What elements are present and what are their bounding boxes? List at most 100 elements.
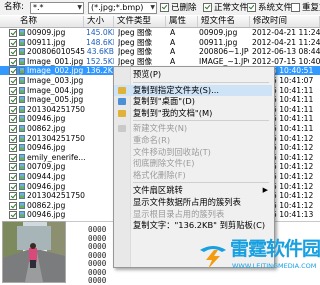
table-row[interactable]: 00909.jpg 145.0KB Jpeg 图像 A 00909.jpg 2012-04… [0, 28, 320, 37]
row-checkbox[interactable] [9, 105, 17, 114]
checkbox[interactable] [247, 3, 256, 12]
chevron-down-icon[interactable]: ▼ [150, 3, 155, 13]
table-row[interactable]: 00911.jpg 148.6KB Jpeg 图像 A 00911.jpg 2012-04… [0, 38, 320, 47]
column-header[interactable]: 大小 [84, 16, 114, 27]
menu-item-label: 复制到"我的文档"(M) [133, 107, 213, 118]
file-size: 152.5KB [86, 56, 114, 66]
image-file-icon [19, 134, 25, 142]
image-file-icon [19, 211, 25, 219]
file-name: 20080601054517... [27, 47, 85, 57]
column-header[interactable]: 属性 [166, 16, 198, 27]
image-file-icon [19, 105, 25, 113]
file-attributes: A [170, 47, 176, 57]
file-name: 00944.jpg [27, 172, 66, 181]
checkbox[interactable] [160, 3, 169, 12]
name-pattern-value: *.* [33, 3, 44, 12]
image-file-icon [19, 57, 25, 65]
file-name: emily_enerife... [27, 152, 85, 162]
thunder-logo-icon [200, 246, 226, 269]
filter-checkbox[interactable]: 重复文 [291, 3, 320, 13]
menu-item[interactable]: 复制到"桌面"(D) [114, 96, 272, 107]
table-row[interactable]: Image_001.jpg152.5KB Jpeg 图像 A IMAGE_~1.JPG… [0, 57, 320, 66]
row-checkbox[interactable] [9, 153, 17, 162]
filter-checkbox[interactable]: 正常文件 [203, 3, 248, 13]
column-header[interactable]: 文件类型 [114, 16, 166, 27]
documents-icon [118, 109, 126, 117]
row-checkbox[interactable] [9, 57, 17, 66]
row-checkbox[interactable] [9, 182, 17, 191]
row-checkbox[interactable] [9, 134, 17, 143]
menu-item[interactable]: 预览(P) [114, 69, 272, 80]
menu-separator [133, 120, 269, 122]
file-size: 148.6KB [86, 37, 114, 47]
checkbox[interactable] [203, 3, 212, 12]
row-checkbox[interactable] [9, 201, 17, 210]
file-type: Jpeg 图像 [118, 37, 153, 47]
extension-filter-value: (*.jpg;*.bmp) [91, 3, 144, 12]
file-size: 145.0KB [86, 28, 114, 37]
modified-time: 2012-07-15 10:40:36 [252, 56, 320, 66]
image-file-icon [19, 182, 25, 190]
modified-time: 2012-04-21 11:24:58 [252, 37, 320, 47]
modified-time: 2012-06-13 08:44:38 [252, 47, 320, 57]
row-checkbox[interactable] [9, 144, 17, 153]
row-checkbox[interactable] [9, 125, 17, 133]
image-file-icon [19, 201, 25, 209]
image-file-icon [19, 77, 25, 84]
row-checkbox[interactable] [9, 29, 17, 37]
menu-item-label: 复制到"桌面"(D) [133, 96, 195, 107]
image-file-icon [19, 125, 25, 132]
watermark-url: WWW.LEITINGMEDIA.COM [232, 262, 317, 270]
table-row[interactable]: 20080601054517...43.6KB Jpeg 图像 A 200806~1.… [0, 47, 320, 57]
filter-checkbox-label: 系统文件 [258, 3, 293, 13]
column-header[interactable]: 修改时间 [250, 16, 320, 27]
file-type: Jpeg 图像 [118, 56, 153, 66]
file-type: Jpeg 图像 [118, 28, 153, 37]
menu-item-label: 文件扇区跳转 [133, 185, 183, 196]
menu-item[interactable]: 复制到指定文件夹(S)... [114, 84, 272, 96]
modified-time: 2012-04-21 11:24:58 [252, 28, 320, 37]
row-checkbox[interactable] [9, 96, 17, 105]
menu-item: 重命名(R) [114, 135, 272, 146]
row-checkbox[interactable] [9, 38, 17, 47]
short-file-name: 00909.jpg [199, 28, 238, 37]
row-checkbox[interactable] [9, 48, 17, 57]
file-list-header: 名称 大小 文件类型 属性 短文件名 修改时间 [0, 16, 320, 28]
file-name: 00709.jpg [27, 162, 66, 172]
row-checkbox[interactable] [9, 77, 17, 85]
menu-item[interactable]: 显示文件数据所占用的簇列表 [114, 197, 272, 208]
file-name: 20130425175033... [27, 133, 85, 143]
filter-checkbox[interactable]: 系统文件 [247, 3, 292, 13]
menu-item[interactable]: 复制到"我的文档"(M) [114, 108, 272, 119]
checkbox[interactable] [291, 3, 300, 12]
row-checkbox[interactable] [9, 211, 17, 220]
filter-checkbox[interactable]: 已删除 [160, 3, 197, 13]
row-checkbox[interactable] [9, 163, 17, 172]
menu-item-label: 文件移动到回收站(T) [133, 146, 211, 157]
file-name: Image_002.jpg [27, 66, 84, 76]
name-pattern-combo[interactable]: *.* ▼ [30, 2, 84, 14]
row-checkbox[interactable] [9, 67, 17, 76]
file-name: 00862.jpg [27, 124, 66, 133]
menu-separator [133, 182, 269, 184]
menu-item-label: 显示根目录占用的簇列表 [133, 208, 225, 219]
menu-item[interactable]: 复制文字："136.2KB" 到剪贴板(C) [114, 220, 272, 231]
menu-item: 新建文件夹(N) [114, 123, 272, 134]
menu-item-label: 显示文件数据所占用的簇列表 [133, 197, 241, 207]
row-checkbox[interactable] [9, 192, 17, 201]
extension-filter-combo[interactable]: (*.jpg;*.bmp) ▼ [88, 2, 157, 14]
image-file-icon [19, 192, 25, 200]
column-header[interactable]: 名称 [0, 16, 84, 27]
filter-checkbox-label: 已删除 [171, 3, 197, 13]
file-name: 00946.jpg [27, 114, 66, 124]
image-file-icon [19, 86, 25, 94]
menu-item[interactable]: 文件扇区跳转 ▶ [114, 185, 272, 196]
chevron-down-icon[interactable]: ▼ [77, 3, 82, 13]
file-attributes: A [170, 37, 176, 47]
row-checkbox[interactable] [9, 173, 17, 181]
row-checkbox[interactable] [9, 86, 17, 95]
row-checkbox[interactable] [9, 115, 17, 124]
column-header[interactable]: 短文件名 [198, 16, 250, 27]
menu-item-label: 预览(P) [133, 69, 162, 79]
menu-item-label: 复制到指定文件夹(S)... [133, 84, 220, 95]
